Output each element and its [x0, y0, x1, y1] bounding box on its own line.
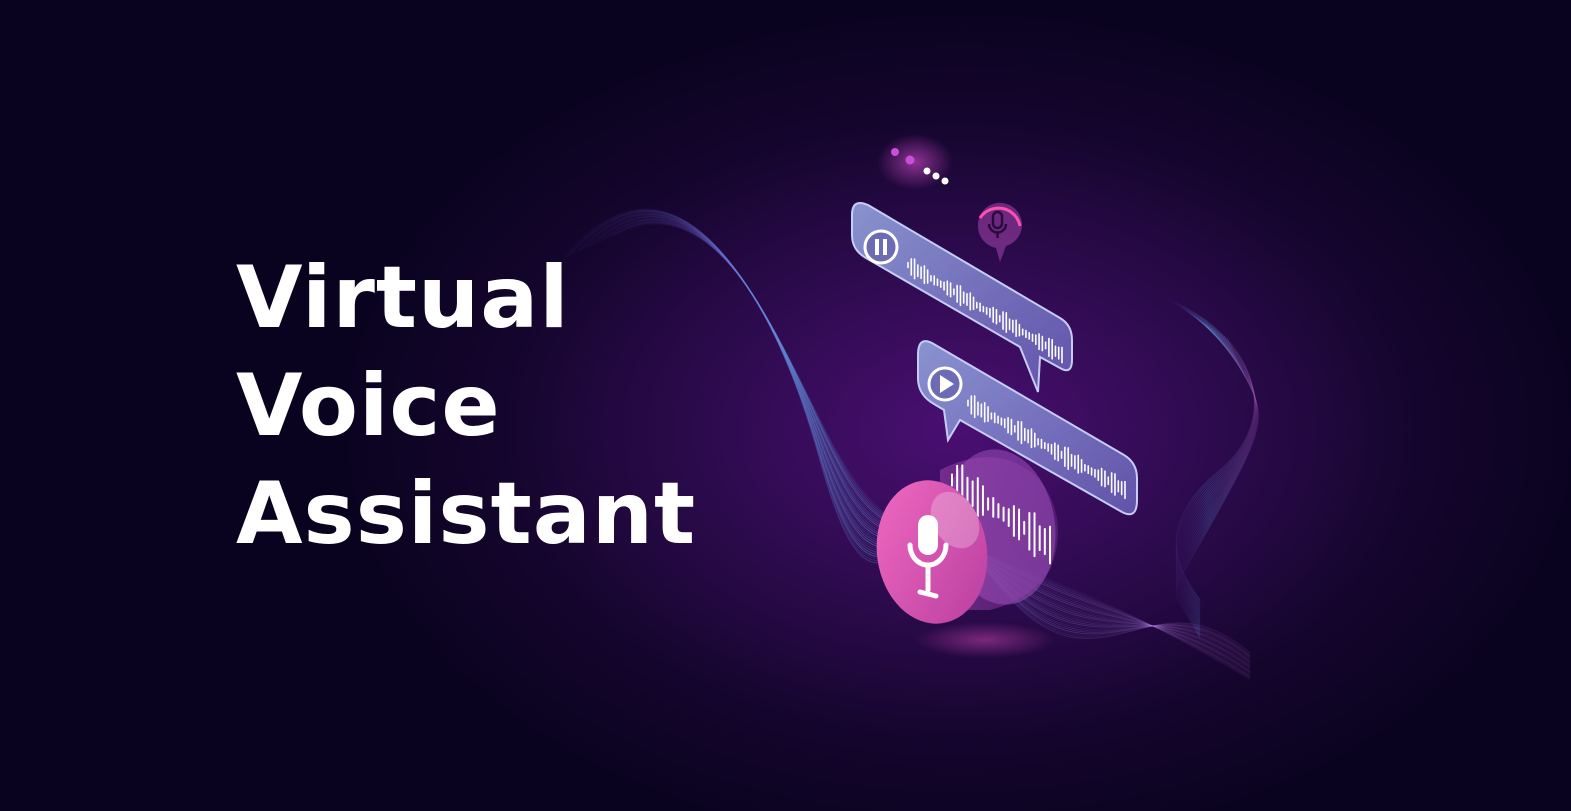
headline: Virtual Voice Assistant: [236, 244, 696, 568]
play-icon: [927, 366, 963, 402]
banner: Virtual Voice Assistant: [0, 0, 1571, 811]
headline-line-1: Virtual: [236, 248, 570, 348]
headline-line-3: Assistant: [236, 464, 697, 564]
pause-icon: [863, 229, 899, 265]
small-microphone-bubble: [977, 202, 1022, 262]
headline-line-2: Voice: [236, 356, 501, 456]
typing-dots-icon: [877, 134, 953, 190]
microphone-disc: [876, 449, 1058, 658]
